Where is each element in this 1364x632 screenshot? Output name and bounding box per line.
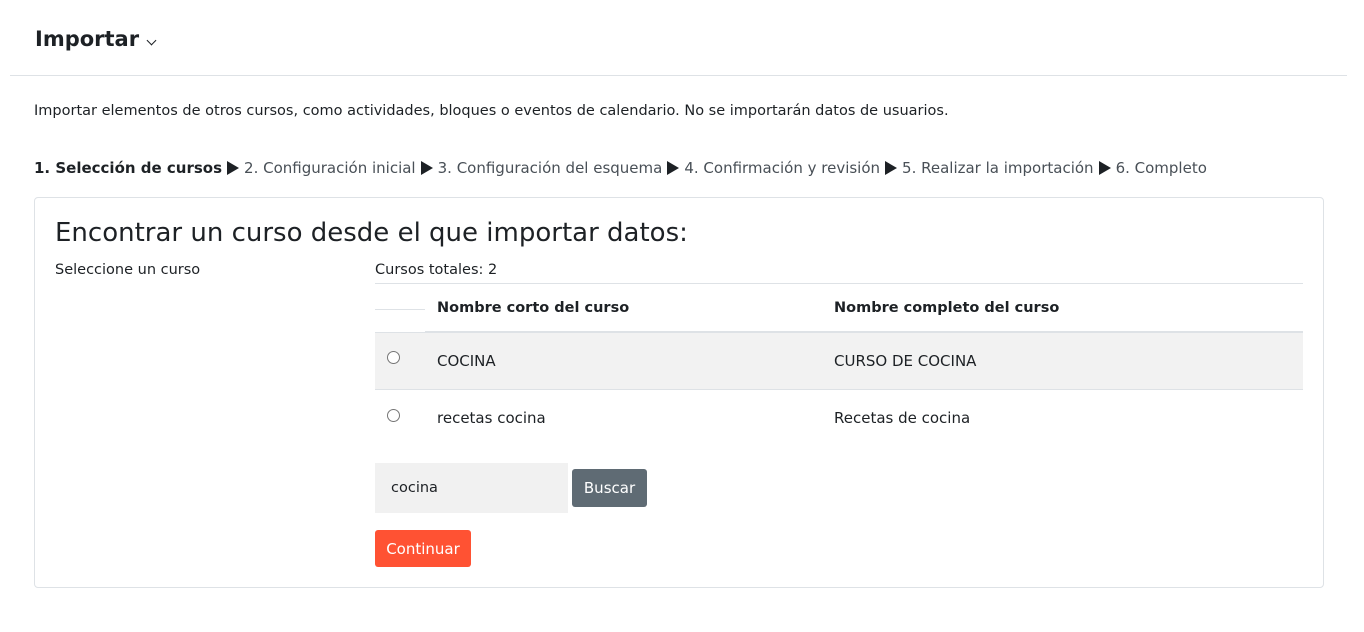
step-arrow-icon: [227, 161, 240, 175]
course-short-name: COCINA: [425, 331, 822, 390]
import-page: Importar Importar elementos de otros cur…: [0, 0, 1364, 632]
course-search-input[interactable]: [375, 463, 568, 513]
import-menu-toggle[interactable]: Importar: [35, 27, 157, 51]
course-radio[interactable]: [387, 408, 400, 422]
column-header-full-name: Nombre completo del curso: [822, 284, 1303, 333]
total-courses: Cursos totales: 2: [375, 262, 498, 278]
page-header: Importar: [10, 0, 1347, 76]
course-full-name: Recetas de cocina: [822, 389, 1303, 446]
course-search-card: Encontrar un curso desde el que importar…: [34, 197, 1324, 588]
step-confirmation: 4. Confirmación y revisión: [684, 159, 881, 177]
courses-table: Nombre corto del curso Nombre completo d…: [375, 284, 1303, 446]
course-full-name: CURSO DE COCINA: [822, 331, 1303, 390]
course-radio[interactable]: [387, 351, 400, 365]
page-title: Importar: [35, 27, 140, 51]
intro-text: Importar elementos de otros cursos, como…: [34, 103, 949, 119]
continue-button[interactable]: Continuar: [375, 530, 471, 567]
search-button[interactable]: Buscar: [572, 469, 647, 507]
step-arrow-icon: [1098, 161, 1111, 175]
table-row: recetas cocina Recetas de cocina: [375, 389, 1303, 446]
step-perform-import: 5. Realizar la importación: [902, 159, 1094, 177]
radio-cell: [375, 331, 425, 390]
column-header-short-name: Nombre corto del curso: [425, 284, 822, 333]
step-complete: 6. Completo: [1115, 159, 1207, 177]
step-course-selection: 1. Selección de cursos: [34, 159, 223, 177]
select-course-label: Seleccione un curso: [55, 262, 201, 278]
table-header-row: Nombre corto del curso Nombre completo d…: [375, 284, 1303, 333]
table-row: COCINA CURSO DE COCINA: [375, 331, 1303, 390]
step-arrow-icon: [885, 161, 898, 175]
course-short-name: recetas cocina: [425, 389, 822, 446]
column-header-select: [375, 284, 425, 332]
step-schema-settings: 3. Configuración del esquema: [437, 159, 663, 177]
step-arrow-icon: [420, 161, 433, 175]
chevron-down-icon: [146, 35, 157, 45]
import-stepper: 1. Selección de cursos 2. Configuración …: [34, 159, 1207, 177]
radio-cell: [375, 389, 425, 446]
card-title: Encontrar un curso desde el que importar…: [55, 218, 688, 248]
step-initial-settings: 2. Configuración inicial: [244, 159, 416, 177]
step-arrow-icon: [667, 161, 680, 175]
